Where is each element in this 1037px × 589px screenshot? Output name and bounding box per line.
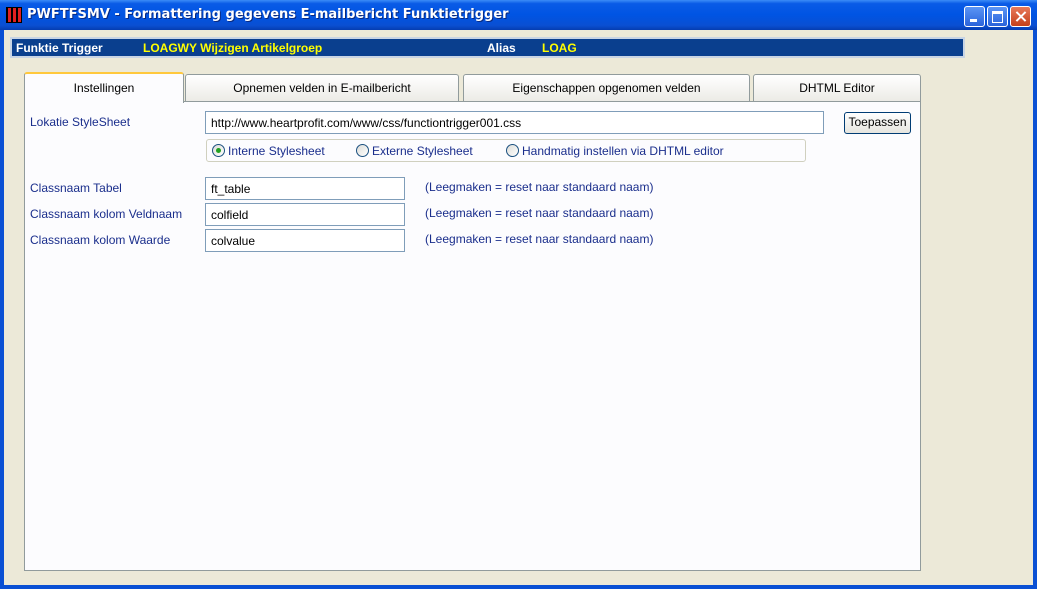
radio-selected-icon xyxy=(212,144,225,157)
tab-opnemen-velden[interactable]: Opnemen velden in E-mailbericht xyxy=(185,74,459,101)
tab-instellingen[interactable]: Instellingen xyxy=(24,72,184,103)
trigger-label: Funktie Trigger xyxy=(16,41,103,55)
close-icon[interactable] xyxy=(1010,6,1031,27)
tab-eigenschappen[interactable]: Eigenschappen opgenomen velden xyxy=(463,74,750,101)
tab-dhtml-editor[interactable]: DHTML Editor xyxy=(753,74,921,101)
stylesheet-type-group: Interne Stylesheet Externe Stylesheet Ha… xyxy=(206,139,806,162)
classname-table-input[interactable]: ft_table xyxy=(205,177,405,200)
title-bar[interactable]: PWFTFSMV - Formattering gegevens E-mailb… xyxy=(0,0,1037,30)
trigger-value: LOAGWY Wijzigen Artikelgroep xyxy=(143,41,323,55)
application-window: PWFTFSMV - Formattering gegevens E-mailb… xyxy=(0,0,1037,589)
classname-value-label: Classnaam kolom Waarde xyxy=(30,233,171,247)
radio-label: Interne Stylesheet xyxy=(228,144,325,158)
radio-label: Handmatig instellen via DHTML editor xyxy=(522,144,724,158)
classname-fieldname-label: Classnaam kolom Veldnaam xyxy=(30,207,183,221)
classname-table-hint: (Leegmaken = reset naar standaard naam) xyxy=(425,180,654,194)
apply-button[interactable]: Toepassen xyxy=(844,112,911,134)
radio-unselected-icon xyxy=(356,144,369,157)
classname-fieldname-hint: (Leegmaken = reset naar standaard naam) xyxy=(425,206,654,220)
stylesheet-location-label: Lokatie StyleSheet xyxy=(30,115,131,129)
settings-panel: Lokatie StyleSheet http://www.heartprofi… xyxy=(24,101,921,571)
radio-unselected-icon xyxy=(506,144,519,157)
minimize-icon[interactable] xyxy=(964,6,985,27)
maximize-icon[interactable] xyxy=(987,6,1008,27)
alias-value: LOAG xyxy=(542,41,577,55)
classname-fieldname-input[interactable]: colfield xyxy=(205,203,405,226)
alias-label: Alias xyxy=(487,41,516,55)
window-client-area: Funktie Trigger LOAGWY Wijzigen Artikelg… xyxy=(4,30,1033,585)
classname-value-hint: (Leegmaken = reset naar standaard naam) xyxy=(425,232,654,246)
classname-table-label: Classnaam Tabel xyxy=(30,181,122,195)
radio-label: Externe Stylesheet xyxy=(372,144,473,158)
classname-value-input[interactable]: colvalue xyxy=(205,229,405,252)
stylesheet-location-input[interactable]: http://www.heartprofit.com/www/css/funct… xyxy=(205,111,824,134)
app-icon xyxy=(6,7,22,23)
window-title: PWFTFSMV - Formattering gegevens E-mailb… xyxy=(27,7,509,22)
trigger-info-bar: Funktie Trigger LOAGWY Wijzigen Artikelg… xyxy=(10,37,965,58)
